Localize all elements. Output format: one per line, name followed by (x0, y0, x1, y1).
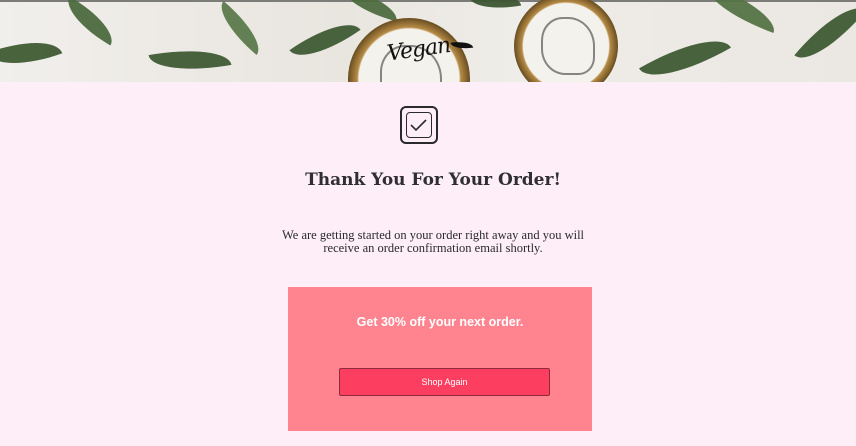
check-box-icon (400, 106, 438, 144)
leaf-decoration (468, 0, 522, 15)
leaf-decoration (338, 0, 402, 22)
leaf-decoration (639, 23, 731, 82)
jar-image (514, 0, 618, 82)
leaf-decoration (0, 28, 63, 78)
shop-again-button[interactable]: Shop Again (339, 368, 550, 396)
leaf-decoration (794, 0, 856, 72)
leaf-decoration (210, 1, 270, 55)
leaf-decoration (698, 0, 782, 33)
jar-label-art (541, 16, 595, 75)
leaf-decoration (58, 0, 122, 46)
promo-box: Get 30% off your next order. Shop Again (288, 287, 592, 431)
confirmation-message: We are getting started on your order rig… (281, 228, 585, 255)
hero-banner-image: Vegan (0, 0, 856, 82)
order-confirmation-page: Vegan Thank You For Your Order! We are g… (0, 0, 856, 446)
page-title: Thank You For Your Order! (305, 170, 561, 190)
leaf-decoration (148, 41, 232, 79)
checkmark-icon (410, 119, 427, 132)
promo-text: Get 30% off your next order. (356, 315, 524, 329)
logo-sprig-icon (450, 39, 474, 51)
